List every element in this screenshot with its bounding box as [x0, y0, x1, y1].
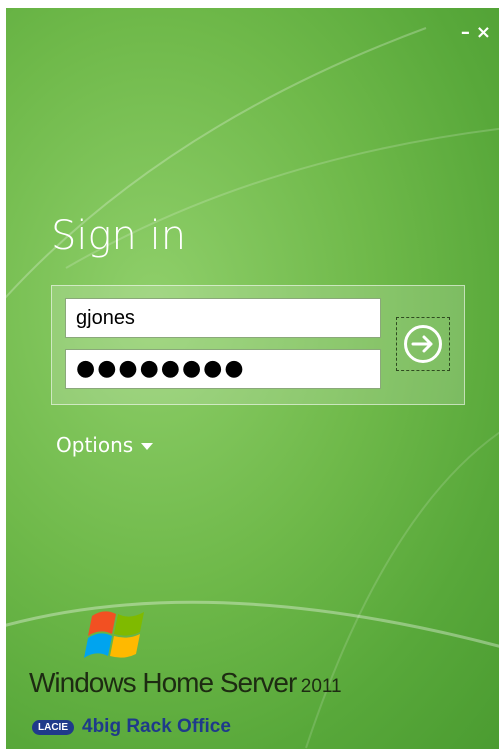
product-year: 2011: [300, 676, 342, 697]
caret-down-icon: [141, 442, 154, 450]
close-button[interactable]: ×: [476, 24, 491, 42]
product-brand: Windows Home Server 2011: [29, 667, 342, 699]
vendor-branding: LACIE 4big Rack Office: [32, 716, 231, 738]
window-controls: – ×: [461, 24, 491, 42]
submit-button[interactable]: [396, 317, 450, 371]
options-dropdown[interactable]: Options: [56, 433, 154, 457]
windows-flag-logo: [84, 611, 144, 658]
password-field[interactable]: ●●●●●●●●: [65, 349, 381, 389]
signin-form: gjones ●●●●●●●●: [51, 285, 465, 405]
arrow-right-circle-icon: [404, 325, 442, 363]
page-title: Sign in: [51, 213, 187, 259]
minimize-button[interactable]: –: [461, 24, 470, 42]
signin-window: – × Sign in gjones ●●●●●●●● Options Wind…: [6, 8, 499, 749]
product-name: Windows Home Server: [29, 667, 297, 698]
device-name: 4big Rack Office: [82, 716, 231, 737]
username-field[interactable]: gjones: [65, 298, 381, 338]
vendor-logo: LACIE: [32, 719, 74, 735]
options-label: Options: [56, 433, 134, 457]
